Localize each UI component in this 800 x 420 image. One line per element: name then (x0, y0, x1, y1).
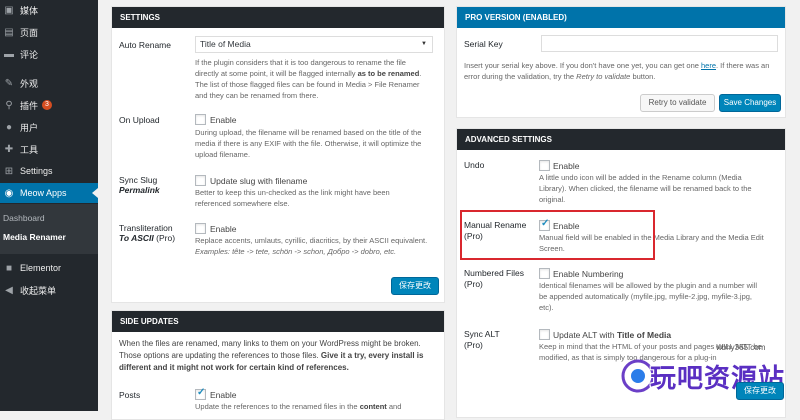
sync-slug-description: Better to keep this un-checked as the li… (195, 188, 390, 208)
side-updates-intro: When the files are renamed, many links t… (119, 339, 424, 372)
menu-item-comments[interactable]: ▬ 评论 (0, 44, 98, 64)
posts-label: Posts (119, 390, 141, 400)
appearance-icon: ✎ (4, 77, 14, 89)
side-updates-title: SIDE UPDATES (112, 311, 444, 332)
numbered-files-label: Numbered Files (Pro) (464, 268, 524, 289)
sync-alt-checkbox[interactable] (539, 329, 550, 340)
elementor-icon: ■ (5, 262, 13, 274)
menu-label: 媒体 (20, 5, 39, 16)
auto-rename-select[interactable]: Title of Media ▼ (195, 36, 433, 53)
pro-version-title: PRO VERSION (ENABLED) (457, 7, 785, 28)
sync-slug-checkbox[interactable] (195, 175, 206, 186)
save-changes-button[interactable]: Save Changes (719, 94, 781, 112)
undo-label: Undo (464, 160, 485, 170)
save-advanced-button[interactable]: 保存更改 (736, 382, 784, 400)
menu-item-users[interactable]: ● 用户 (0, 117, 98, 137)
transliteration-checkbox[interactable] (195, 223, 206, 234)
numbered-files-checkbox-label: Enable Numbering (553, 269, 624, 279)
menu-item-tools[interactable]: ✚ 工具 (0, 139, 98, 159)
undo-checkbox[interactable] (539, 160, 550, 171)
save-settings-button[interactable]: 保存更改 (391, 277, 439, 295)
retry-validate-button[interactable]: Retry to validate (640, 94, 715, 112)
menu-item-elementor[interactable]: ■ Elementor (0, 258, 98, 278)
menu-item-media[interactable]: ▣ 媒体 (0, 0, 98, 20)
settings-title: SETTINGS (112, 7, 444, 28)
menu-label: Settings (20, 166, 53, 176)
admin-sidebar: ▣ 媒体 ▤ 页面 ▬ 评论 ✎ 外观 ⚲ 插件 3 ● 用户 ✚ 工具 ⊞ Settings ◉… (0, 0, 98, 411)
serial-key-label: Serial Key (464, 39, 503, 49)
users-icon: ● (5, 121, 13, 133)
highlight-box (460, 210, 655, 260)
menu-label: 工具 (20, 144, 39, 155)
sync-slug-checkbox-label: Update slug with filename (210, 176, 308, 186)
media-icon: ▣ (4, 4, 14, 16)
serial-key-input[interactable] (541, 35, 778, 52)
on-upload-label: On Upload (119, 115, 160, 125)
sync-alt-label: Sync ALT (Pro) (464, 329, 500, 350)
comments-icon: ▬ (4, 48, 14, 60)
auto-rename-value: Title of Media (200, 39, 251, 49)
menu-label: 页面 (20, 27, 39, 38)
auto-rename-label: Auto Rename (119, 40, 171, 50)
collapse-icon: ◀ (5, 284, 13, 296)
menu-item-plugins[interactable]: ⚲ 插件 3 (0, 95, 98, 115)
chevron-down-icon: ▼ (421, 41, 427, 47)
menu-label: 外观 (20, 78, 39, 89)
auto-rename-description: If the plugin considers that it is too d… (195, 58, 422, 100)
menu-item-settings[interactable]: ⊞ Settings (0, 161, 98, 181)
on-upload-description: During upload, the filename will be rena… (195, 128, 422, 159)
undo-checkbox-label: Enable (553, 161, 580, 171)
numbered-files-checkbox[interactable] (539, 268, 550, 279)
pages-icon: ▤ (4, 26, 14, 38)
transliteration-checkbox-label: Enable (210, 224, 237, 234)
serial-key-description: Insert your serial key above. If you don… (464, 61, 770, 81)
collapse-menu[interactable]: ◀ 收起菜单 (0, 280, 98, 300)
menu-label: Elementor (20, 263, 62, 273)
menu-label: 收起菜单 (20, 285, 57, 296)
submenu-dashboard[interactable]: Dashboard (3, 213, 45, 223)
menu-item-pages[interactable]: ▤ 页面 (0, 22, 98, 42)
transliteration-description: Replace accents, umlauts, cyrillic, diac… (195, 236, 428, 256)
site-watermark: wbhy365.com 玩吧资源站 (612, 340, 800, 411)
sync-alt-checkbox-label: Update ALT with Title of Media (553, 330, 672, 340)
advanced-settings-title: ADVANCED SETTINGS (457, 129, 785, 150)
settings-icon: ⊞ (4, 165, 14, 177)
tools-icon: ✚ (4, 143, 14, 155)
menu-label: 插件 (20, 100, 39, 111)
menu-label: Meow Apps (20, 188, 67, 198)
posts-checkbox-label: Enable (210, 390, 237, 400)
undo-description: A little undo icon will be added in the … (539, 173, 752, 204)
meow-apps-icon: ◉ (4, 187, 14, 199)
menu-label: 用户 (20, 122, 39, 133)
menu-item-meow-apps[interactable]: ◉ Meow Apps (0, 183, 98, 203)
meow-apps-submenu: Dashboard Media Renamer (0, 204, 98, 254)
submenu-media-renamer[interactable]: Media Renamer (3, 232, 66, 242)
transliteration-label: Transliteration To ASCII (Pro) (119, 223, 176, 243)
posts-description: Update the references to the renamed fil… (195, 402, 402, 411)
get-serial-link[interactable]: here (701, 61, 716, 70)
posts-checkbox[interactable] (195, 387, 206, 400)
on-upload-checkbox-label: Enable (210, 115, 237, 125)
on-upload-checkbox[interactable] (195, 114, 206, 125)
update-count-badge: 3 (42, 100, 52, 110)
menu-item-appearance[interactable]: ✎ 外观 (0, 73, 98, 93)
permalink-sublabel: Permalink (119, 185, 160, 195)
watermark-url: wbhy365.com (716, 343, 766, 352)
sync-slug-label: Sync Slug Permalink (119, 175, 160, 195)
numbered-files-description: Identical filenames will be allowed by t… (539, 281, 758, 312)
plugins-icon: ⚲ (5, 99, 13, 111)
menu-label: 评论 (20, 49, 39, 60)
